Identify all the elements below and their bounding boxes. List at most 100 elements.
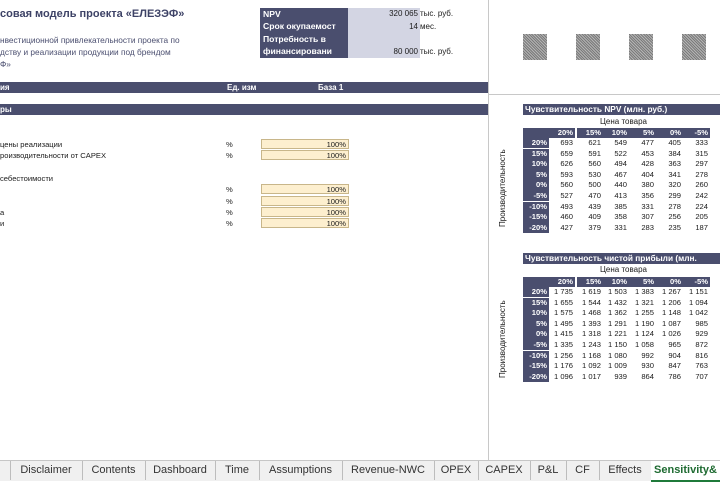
sensitivity_profit-cell[interactable]: 929 <box>683 329 710 339</box>
input-cost-4[interactable]: 100% <box>261 218 349 228</box>
input-cost-1[interactable]: 100% <box>261 184 349 194</box>
sensitivity_npv-cell[interactable]: 320 <box>656 180 683 190</box>
sensitivity_npv-cell[interactable]: 413 <box>603 191 629 201</box>
sensitivity_profit-cell[interactable]: 1 221 <box>603 329 629 339</box>
sensitivity_profit-cell[interactable]: 1 267 <box>656 287 683 297</box>
sensitivity_profit-cell[interactable]: 1 058 <box>629 340 656 350</box>
sensitivity_profit-cell[interactable]: 847 <box>656 361 683 371</box>
sensitivity_npv-cell[interactable]: 560 <box>549 180 575 190</box>
sheet-tab[interactable]: Effects <box>599 461 652 480</box>
sensitivity_npv-cell[interactable]: 235 <box>656 223 683 233</box>
sensitivity_npv-cell[interactable]: 331 <box>629 202 656 212</box>
sensitivity_npv-cell[interactable]: 591 <box>577 149 603 159</box>
sensitivity_npv-cell[interactable]: 593 <box>549 170 575 180</box>
sensitivity_profit-cell[interactable]: 1 503 <box>603 287 629 297</box>
input-capex[interactable]: 100% <box>261 150 349 160</box>
sensitivity_profit-cell[interactable]: 992 <box>629 351 656 361</box>
sensitivity_profit-cell[interactable]: 1 080 <box>603 351 629 361</box>
sensitivity_profit-cell[interactable]: 1 243 <box>577 340 603 350</box>
sensitivity_npv-cell[interactable]: 522 <box>603 149 629 159</box>
input-price[interactable]: 100% <box>261 139 349 149</box>
sensitivity_npv-cell[interactable]: 384 <box>656 149 683 159</box>
sensitivity_npv-cell[interactable]: 278 <box>656 202 683 212</box>
sensitivity_npv-cell[interactable]: 409 <box>577 212 603 222</box>
sensitivity_npv-cell[interactable]: 260 <box>683 180 710 190</box>
sensitivity_npv-cell[interactable]: 428 <box>629 159 656 169</box>
input-cost-2[interactable]: 100% <box>261 196 349 206</box>
kpi-payback-value[interactable]: 14 <box>348 20 420 33</box>
sensitivity_profit-cell[interactable]: 1 009 <box>603 361 629 371</box>
sensitivity_profit-cell[interactable]: 1 735 <box>549 287 575 297</box>
sensitivity_profit-cell[interactable]: 1 291 <box>603 319 629 329</box>
sheet-tab[interactable]: Disclaimer <box>10 461 83 480</box>
sheet-tab[interactable]: CAPEX <box>478 461 531 480</box>
sheet-tab[interactable]: OPEX <box>434 461 479 480</box>
sensitivity_npv-cell[interactable]: 297 <box>683 159 710 169</box>
sensitivity_profit-cell[interactable]: 1 176 <box>549 361 575 371</box>
sensitivity_npv-cell[interactable]: 549 <box>603 138 629 148</box>
sensitivity_profit-cell[interactable]: 1 619 <box>577 287 603 297</box>
sensitivity_npv-cell[interactable]: 467 <box>603 170 629 180</box>
sensitivity_profit-cell[interactable]: 1 124 <box>629 329 656 339</box>
sensitivity_profit-cell[interactable]: 1 168 <box>577 351 603 361</box>
sensitivity_profit-cell[interactable]: 1 190 <box>629 319 656 329</box>
sensitivity_npv-cell[interactable]: 242 <box>683 191 710 201</box>
sensitivity_profit-cell[interactable]: 1 655 <box>549 298 575 308</box>
sensitivity_profit-cell[interactable]: 1 393 <box>577 319 603 329</box>
sensitivity_profit-cell[interactable]: 1 432 <box>603 298 629 308</box>
sensitivity_npv-cell[interactable]: 693 <box>549 138 575 148</box>
sensitivity_npv-cell[interactable]: 224 <box>683 202 710 212</box>
sensitivity_profit-cell[interactable]: 930 <box>629 361 656 371</box>
sensitivity_profit-cell[interactable]: 1 150 <box>603 340 629 350</box>
sensitivity_npv-cell[interactable]: 427 <box>549 223 575 233</box>
sensitivity_npv-cell[interactable]: 331 <box>603 223 629 233</box>
sensitivity_profit-cell[interactable]: 1 042 <box>683 308 710 318</box>
sensitivity_npv-cell[interactable]: 530 <box>577 170 603 180</box>
sensitivity_npv-cell[interactable]: 493 <box>549 202 575 212</box>
sensitivity_profit-cell[interactable]: 1 092 <box>577 361 603 371</box>
sensitivity_npv-cell[interactable]: 494 <box>603 159 629 169</box>
sensitivity_profit-cell[interactable]: 1 096 <box>549 372 575 382</box>
sheet-tab[interactable]: Contents <box>82 461 146 480</box>
sensitivity_npv-cell[interactable]: 379 <box>577 223 603 233</box>
sensitivity_npv-cell[interactable]: 341 <box>656 170 683 180</box>
sensitivity_npv-cell[interactable]: 404 <box>629 170 656 180</box>
sensitivity_npv-cell[interactable]: 470 <box>577 191 603 201</box>
sensitivity_profit-cell[interactable]: 1 017 <box>577 372 603 382</box>
sensitivity_profit-cell[interactable]: 1 148 <box>656 308 683 318</box>
sensitivity_npv-cell[interactable]: 358 <box>603 212 629 222</box>
sensitivity_profit-cell[interactable]: 1 362 <box>603 308 629 318</box>
sensitivity_profit-cell[interactable]: 864 <box>629 372 656 382</box>
sensitivity_npv-cell[interactable]: 385 <box>603 202 629 212</box>
sensitivity_profit-cell[interactable]: 904 <box>656 351 683 361</box>
sensitivity_npv-cell[interactable]: 307 <box>629 212 656 222</box>
sensitivity_npv-cell[interactable]: 626 <box>549 159 575 169</box>
kpi-npv-value[interactable]: 320 065 <box>348 8 420 20</box>
sensitivity_npv-cell[interactable]: 405 <box>656 138 683 148</box>
sensitivity_npv-cell[interactable]: 205 <box>683 212 710 222</box>
sheet-tab[interactable]: Time <box>215 461 260 480</box>
sensitivity_profit-cell[interactable]: 1 495 <box>549 319 575 329</box>
sheet-tab[interactable]: Revenue-NWC <box>342 461 435 480</box>
sensitivity_profit-cell[interactable]: 1 026 <box>656 329 683 339</box>
sensitivity_profit-cell[interactable]: 939 <box>603 372 629 382</box>
sensitivity_profit-cell[interactable]: 1 383 <box>629 287 656 297</box>
sensitivity_npv-cell[interactable]: 256 <box>656 212 683 222</box>
sensitivity_profit-cell[interactable]: 816 <box>683 351 710 361</box>
sensitivity_npv-cell[interactable]: 315 <box>683 149 710 159</box>
sensitivity_profit-cell[interactable]: 872 <box>683 340 710 350</box>
sensitivity_npv-cell[interactable]: 333 <box>683 138 710 148</box>
sensitivity_profit-cell[interactable]: 1 094 <box>683 298 710 308</box>
sensitivity_profit-cell[interactable]: 763 <box>683 361 710 371</box>
sensitivity_npv-cell[interactable]: 278 <box>683 170 710 180</box>
sensitivity_npv-cell[interactable]: 439 <box>577 202 603 212</box>
sensitivity_profit-cell[interactable]: 1 255 <box>629 308 656 318</box>
sensitivity_profit-cell[interactable]: 1 321 <box>629 298 656 308</box>
sensitivity_profit-cell[interactable]: 1 415 <box>549 329 575 339</box>
sensitivity_profit-cell[interactable]: 1 468 <box>577 308 603 318</box>
sensitivity_npv-cell[interactable]: 363 <box>656 159 683 169</box>
sensitivity_profit-cell[interactable]: 1 087 <box>656 319 683 329</box>
sensitivity_npv-cell[interactable]: 356 <box>629 191 656 201</box>
sensitivity_profit-cell[interactable]: 1 151 <box>683 287 710 297</box>
sheet-tab[interactable]: Dashboard <box>145 461 216 480</box>
